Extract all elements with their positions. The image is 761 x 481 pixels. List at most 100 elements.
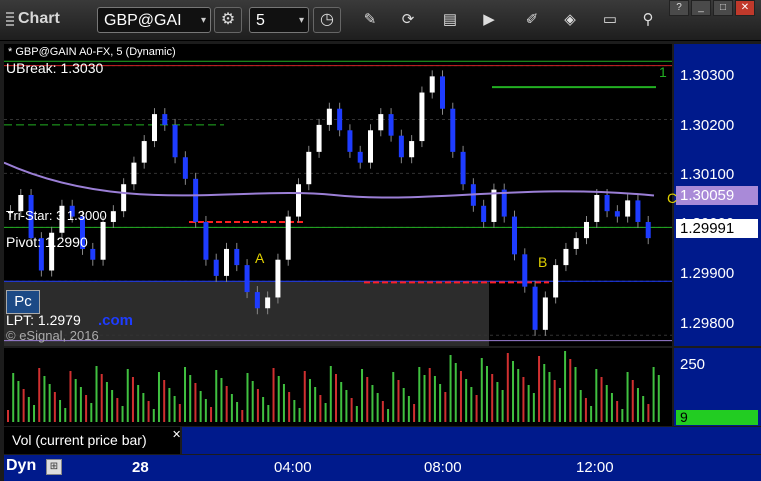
app-title-label: Chart <box>18 10 60 27</box>
volume-bar <box>100 374 103 422</box>
volume-bar <box>79 387 82 422</box>
close-icon[interactable]: ✕ <box>172 428 181 441</box>
candle-body <box>532 286 538 330</box>
volume-bar <box>53 392 56 422</box>
volume-bar <box>605 385 608 422</box>
candle-body <box>491 189 497 222</box>
volume-bar <box>616 401 619 422</box>
volume-bar <box>142 393 145 422</box>
candle-body <box>429 76 435 93</box>
price-chart[interactable]: * GBP@GAIN A0-FX, 5 (Dynamic) UBreak: 1.… <box>4 44 672 346</box>
volume-bar <box>184 367 187 422</box>
volume-bar <box>642 396 645 422</box>
volume-bar <box>17 381 20 422</box>
candle-body <box>563 248 569 266</box>
tri-star-label: Tri-Star: 3 1.3000 <box>6 208 107 223</box>
candle-body <box>368 130 373 163</box>
close-button[interactable]: ✕ <box>735 0 755 16</box>
volume-bar <box>361 369 364 422</box>
volume-bar <box>402 388 405 422</box>
volume-bar <box>355 406 358 422</box>
candle-body <box>440 76 445 109</box>
candle-body <box>90 248 96 260</box>
volume-bar <box>64 408 67 422</box>
candle-body <box>594 195 600 222</box>
help-button[interactable]: ? <box>669 0 689 16</box>
volume-bar <box>449 355 452 422</box>
volume-bar <box>564 351 567 422</box>
volume-bar <box>267 405 270 422</box>
volume-bar <box>329 366 332 422</box>
volume-bar <box>22 389 25 422</box>
candle-body <box>110 211 116 222</box>
volume-bar <box>43 376 46 422</box>
volume-bar <box>636 388 639 422</box>
play-icon[interactable]: ▶ <box>479 10 499 30</box>
time-button[interactable]: ◷ <box>313 7 341 33</box>
edit-icon[interactable]: ✐ <box>522 10 542 30</box>
candle-body <box>152 114 157 142</box>
drag-grip-icon[interactable] <box>6 12 14 26</box>
candle-body <box>141 141 147 163</box>
volume-bar <box>105 382 108 422</box>
volume-bar <box>194 383 197 422</box>
volume-bar <box>69 371 72 422</box>
volume-bar <box>579 390 582 422</box>
get-icon[interactable]: ▤ <box>440 10 460 30</box>
volume-bar <box>558 388 561 422</box>
moving-average-line <box>4 161 655 199</box>
eraser-icon[interactable]: ◈ <box>560 10 580 30</box>
price-tick: 1.30300 <box>680 67 735 84</box>
lpt-label: LPT: 1.2979 <box>6 312 81 328</box>
refresh-icon[interactable]: ⟳ <box>398 10 418 30</box>
volume-bar <box>418 367 421 422</box>
volume-bar <box>220 378 223 422</box>
last-price-tag: 1.29991 <box>676 219 758 238</box>
chevron-down-icon[interactable]: ▾ <box>299 8 304 34</box>
volume-bar <box>465 379 468 422</box>
comment-icon[interactable]: ▭ <box>600 10 620 30</box>
point-b-label: B <box>538 254 548 270</box>
volume-bar <box>298 408 301 422</box>
volume-bar <box>501 390 504 422</box>
settings-gear-button[interactable]: ⚙ <box>214 7 242 33</box>
volume-bar <box>116 398 119 422</box>
volume-bar <box>225 386 228 422</box>
interval-input[interactable]: 5 ▾ <box>249 7 309 33</box>
volume-chart[interactable] <box>4 348 672 426</box>
volume-scale-top: 250 <box>680 356 706 373</box>
time-label: 28 <box>132 459 149 476</box>
pencil-icon[interactable]: ✎ <box>360 10 380 30</box>
candle-body <box>275 259 281 298</box>
symbol-input[interactable]: GBP@GAI ▾ <box>97 7 211 33</box>
dyn-label[interactable]: Dyn <box>6 457 36 475</box>
volume-bar <box>314 387 317 422</box>
volume-bar <box>345 390 348 422</box>
price-tick: 1.30100 <box>680 166 735 183</box>
volume-bar <box>303 371 306 422</box>
ma-value-tag: 1.30059 <box>676 186 758 205</box>
volume-bar <box>439 384 442 422</box>
pc-button[interactable]: Pc <box>6 290 40 314</box>
candle-body <box>172 124 178 158</box>
candle-body <box>398 135 404 158</box>
candle-body <box>614 211 620 217</box>
volume-bar <box>59 400 62 422</box>
volume-bar <box>324 403 327 422</box>
price-tick: 1.29800 <box>680 315 735 332</box>
gear-icon: ⚙ <box>220 11 236 28</box>
candle-body <box>131 162 137 185</box>
volume-bar <box>199 391 202 422</box>
lock-icon[interactable]: ⊞ <box>46 459 62 475</box>
chevron-down-icon[interactable]: ▾ <box>201 8 206 32</box>
pin-icon[interactable]: ⚲ <box>638 10 658 30</box>
volume-bar <box>189 375 192 422</box>
time-axis[interactable]: Dyn ⊞ 28 04:00 08:00 12:00 <box>4 455 761 481</box>
candle-body <box>553 265 559 298</box>
c-marker-label: C <box>667 190 678 206</box>
volume-bar <box>157 372 160 422</box>
candle-body <box>337 108 343 131</box>
volume-bar <box>210 407 213 422</box>
maximize-button[interactable]: □ <box>713 0 733 16</box>
minimize-button[interactable]: _ <box>691 0 711 16</box>
